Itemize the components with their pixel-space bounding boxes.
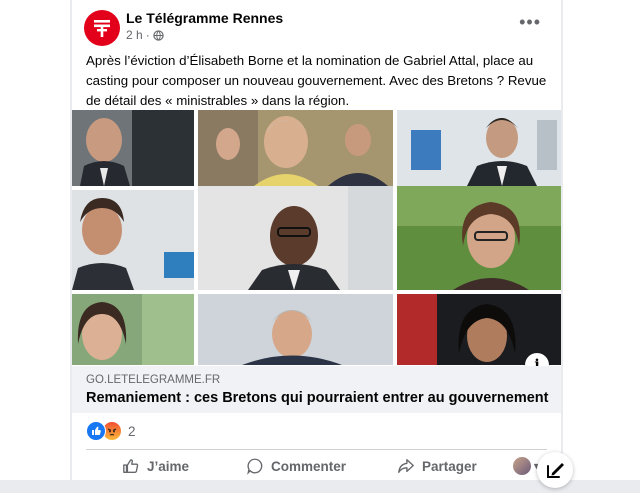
page-avatar[interactable]	[84, 10, 120, 46]
like-button[interactable]: J’aime	[122, 453, 189, 479]
like-label: J’aime	[147, 458, 190, 474]
new-message-button[interactable]	[537, 452, 573, 488]
reaction-profile-avatar[interactable]	[513, 457, 531, 475]
link-domain: GO.LETELEGRAMME.FR	[86, 374, 221, 386]
post-time[interactable]: 2 h	[126, 28, 143, 42]
more-options-icon[interactable]: •••	[519, 12, 541, 33]
share-label: Partager	[422, 458, 477, 474]
like-reaction-icon	[86, 421, 106, 441]
post-card: Le Télégramme Rennes 2 h · ••• Après l’é…	[72, 0, 561, 480]
photo-tile[interactable]	[397, 110, 561, 186]
photo-tile[interactable]	[72, 294, 194, 365]
comment-icon	[247, 458, 263, 475]
post-text: Après l’éviction d’Élisabeth Borne et la…	[86, 53, 547, 108]
globe-icon	[153, 29, 164, 41]
share-icon	[398, 459, 414, 473]
post-meta: 2 h ·	[126, 28, 164, 42]
comment-label: Commenter	[271, 458, 347, 474]
link-preview[interactable]: GO.LETELEGRAMME.FR Remaniement : ces Bre…	[72, 366, 561, 413]
right-panel	[589, 0, 640, 480]
comment-button[interactable]: Commenter	[246, 453, 346, 479]
reaction-count: 2	[128, 423, 136, 439]
photo-tile[interactable]	[198, 294, 393, 365]
photo-tile[interactable]	[72, 190, 194, 290]
meta-dot: ·	[145, 28, 150, 42]
photo-tile[interactable]	[397, 186, 561, 290]
post-header: Le Télégramme Rennes 2 h · •••	[72, 0, 561, 48]
compose-icon	[547, 463, 564, 478]
photo-tile[interactable]	[72, 110, 194, 186]
reactions-summary[interactable]: 2	[86, 421, 136, 441]
left-margin	[0, 0, 70, 480]
divider	[86, 449, 547, 450]
right-margin	[563, 0, 589, 480]
action-bar: J’aime Commenter Partager	[86, 453, 547, 479]
thumbs-up-icon	[123, 459, 139, 473]
link-title[interactable]: Remaniement : ces Bretons qui pourraient…	[86, 390, 549, 406]
telegramme-logo-icon	[94, 20, 110, 37]
share-button[interactable]: Partager	[397, 453, 477, 479]
photo-collage[interactable]	[72, 110, 561, 365]
page-name[interactable]: Le Télégramme Rennes	[126, 10, 283, 26]
photo-tile[interactable]	[198, 110, 393, 186]
photo-tile[interactable]	[198, 186, 393, 290]
